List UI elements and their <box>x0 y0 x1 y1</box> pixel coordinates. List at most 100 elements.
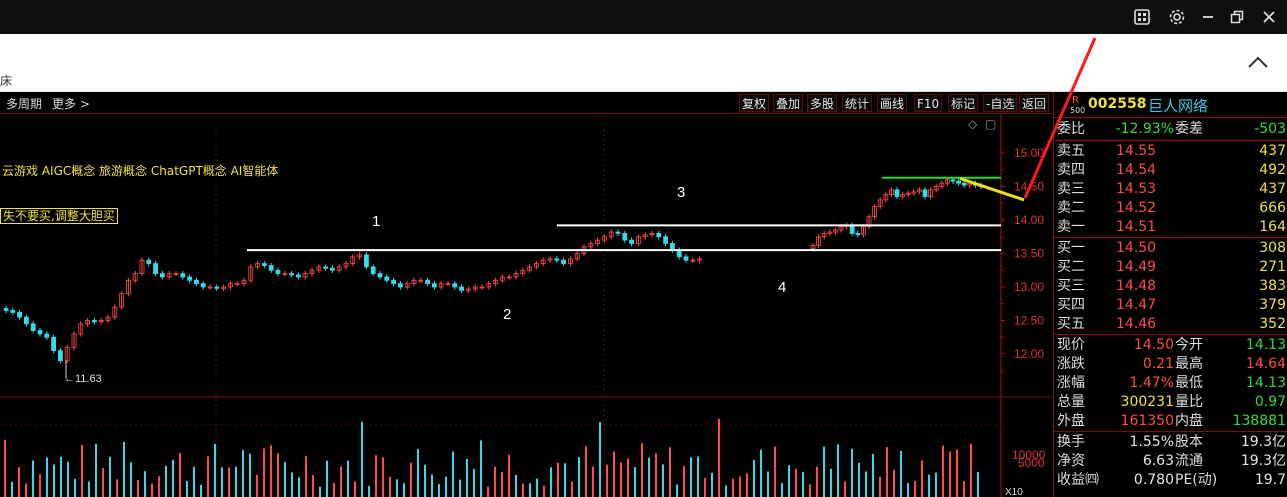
tool-diejia[interactable]: 叠加 <box>773 94 804 112</box>
candle-body <box>922 189 928 197</box>
tool-f10[interactable]: F10 <box>914 94 943 112</box>
candle-body <box>295 274 301 278</box>
tool-tongji[interactable]: 统计 <box>842 94 873 112</box>
volume-bar <box>802 472 804 497</box>
volume-bar <box>837 444 839 497</box>
window-icon[interactable]: ▢ <box>985 117 996 131</box>
buy-row-5[interactable]: 买五 14.46 352 <box>1054 315 1287 334</box>
stat-row[interactable]: 涨幅 1.47% 最低 14.13 <box>1054 374 1287 393</box>
diamond-icon[interactable]: ◇ <box>968 117 977 131</box>
volume-bar <box>774 446 776 497</box>
tool-huaxian[interactable]: 画线 <box>877 94 908 112</box>
buy-label: 买四 <box>1057 297 1085 313</box>
volume-bar <box>88 481 90 497</box>
volume-bar <box>508 454 510 497</box>
volume-bar <box>725 485 727 497</box>
more-button[interactable]: 更多 > <box>52 95 90 112</box>
minimize-icon[interactable] <box>1196 6 1220 28</box>
candle-body <box>44 333 50 338</box>
stat-value: 161350 <box>1120 413 1174 429</box>
volume-bar <box>613 451 615 497</box>
sell-row-4[interactable]: 卖四 14.54 492 <box>1054 161 1287 180</box>
stat-row[interactable]: 现价 14.50 今开 14.13 <box>1054 336 1287 355</box>
volume-bar <box>893 469 895 497</box>
volume-bar <box>494 466 496 497</box>
volume-bar <box>515 474 517 497</box>
stat-value: 0.21 <box>1142 356 1174 372</box>
candle-body <box>58 350 63 362</box>
info-row[interactable]: 净资 6.63 流通 19.3亿 <box>1054 452 1287 471</box>
candle-body <box>323 266 329 269</box>
info-label: 流通 <box>1175 453 1203 469</box>
tool-fanhui[interactable]: 返回 <box>1019 94 1050 112</box>
close-icon[interactable] <box>1257 6 1281 28</box>
volume-bar <box>18 467 20 497</box>
volume-bar <box>249 453 251 497</box>
volume-bar <box>760 449 762 497</box>
chevron-up-icon[interactable] <box>1247 54 1269 73</box>
candle-body <box>17 312 23 318</box>
volume-bar <box>704 477 706 497</box>
tool-duogu[interactable]: 多股 <box>807 94 838 112</box>
sell-row-1[interactable]: 卖一 14.51 164 <box>1054 218 1287 237</box>
volume-bar <box>123 441 125 497</box>
note-box[interactable]: 失不要买,调整大胆买 <box>0 208 118 224</box>
weibi-label: 委比 <box>1057 121 1085 137</box>
info-row[interactable]: 换手 1.55% 股本 19.3亿 <box>1054 433 1287 452</box>
tool-zixuan[interactable]: -自选 <box>983 94 1018 112</box>
sell-row-3[interactable]: 卖三 14.53 437 <box>1054 180 1287 199</box>
volume-bar <box>634 467 636 497</box>
volume-bar <box>193 466 195 497</box>
stat-value: 300231 <box>1120 394 1174 410</box>
buy-row-1[interactable]: 买一 14.50 308 <box>1054 239 1287 258</box>
chart-toolbar: 多周期 更多 > 复权 叠加 多股 统计 画线 F10 标记 -自选 返回 <box>0 92 1052 114</box>
info-value: 0.780 <box>1133 472 1174 488</box>
sell-price: 14.54 <box>1116 162 1157 178</box>
restore-icon[interactable] <box>1225 6 1249 28</box>
stat-row[interactable]: 总量 300231 量比 0.97 <box>1054 393 1287 412</box>
info-label: PE(动) <box>1175 472 1218 488</box>
sell-label: 卖五 <box>1057 143 1085 159</box>
stat-row[interactable]: 外盘 161350 内盘 138881 <box>1054 412 1287 431</box>
sell-row-2[interactable]: 卖二 14.52 666 <box>1054 199 1287 218</box>
volume-bar <box>655 453 657 497</box>
volume-bar <box>144 471 146 497</box>
sell-label: 卖二 <box>1057 200 1085 216</box>
candle-body <box>670 243 675 251</box>
volume-bar <box>900 450 902 497</box>
candle-body <box>37 330 43 335</box>
candle-body <box>683 256 689 261</box>
tool-fuquan[interactable]: 复权 <box>739 94 770 112</box>
buy-row-3[interactable]: 买三 14.48 383 <box>1054 277 1287 296</box>
gear-icon[interactable] <box>1165 6 1189 28</box>
sell-price: 14.53 <box>1116 181 1157 197</box>
buy-row-2[interactable]: 买二 14.49 271 <box>1054 258 1287 277</box>
y-tick-label: 12.00 <box>1014 347 1044 361</box>
annotation-1: 1 <box>372 213 381 230</box>
y-tick-label: 14.00 <box>1014 213 1044 227</box>
candle-body <box>397 283 403 288</box>
candle-body <box>554 258 560 261</box>
buy-row-4[interactable]: 买四 14.47 379 <box>1054 296 1287 315</box>
tool-biaoji[interactable]: 标记 <box>948 94 979 112</box>
volume-bar <box>543 485 545 497</box>
sell-row-5[interactable]: 卖五 14.55 437 <box>1054 142 1287 161</box>
stat-row[interactable]: 涨跌 0.21 最高 14.64 <box>1054 355 1287 374</box>
grid-icon[interactable] <box>1130 6 1154 28</box>
candle-body <box>676 249 682 258</box>
stat-label: 量比 <box>1175 394 1203 410</box>
candle-body <box>956 180 961 184</box>
weicha-value: -503 <box>1254 121 1286 137</box>
buy-price: 14.49 <box>1116 259 1157 275</box>
sell-volume: 437 <box>1259 181 1286 197</box>
band-text: 床 <box>0 74 13 88</box>
stat-label: 外盘 <box>1057 413 1085 429</box>
info-row[interactable]: 收益㈣ 0.780 PE(动) 19.7 <box>1054 471 1287 490</box>
y-tick-label: 13.00 <box>1014 280 1044 294</box>
info-value: 19.3亿 <box>1240 434 1286 450</box>
volume-bar <box>417 449 419 497</box>
multi-period-button[interactable]: 多周期 <box>6 95 42 112</box>
volume-bar <box>683 465 685 497</box>
annotation-3: 3 <box>677 184 686 201</box>
volume-bar <box>977 471 979 497</box>
